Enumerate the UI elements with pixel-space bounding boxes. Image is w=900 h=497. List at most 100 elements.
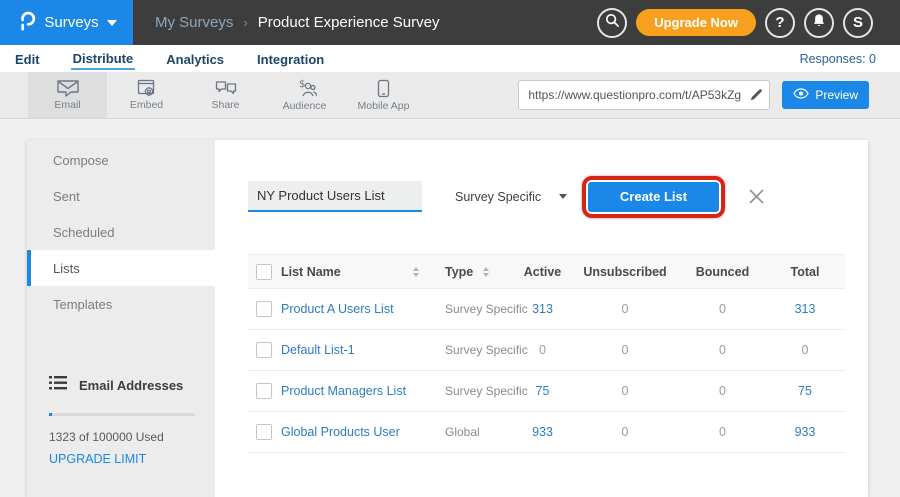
bounced-count: 0 [680,343,765,357]
embed-window-icon [137,79,157,97]
smartphone-icon [377,79,390,98]
sidebar-item-scheduled[interactable]: Scheduled [27,214,215,250]
table-row: Product A Users List Survey Specific 313… [248,289,845,330]
list-lines-icon [49,376,67,395]
sort-icon[interactable] [413,267,419,277]
email-usage-progressbar [49,413,195,416]
notifications-button[interactable] [804,8,834,38]
search-button[interactable] [597,8,627,38]
list-type-select[interactable]: Survey Specific [455,190,567,204]
sidebar-item-compose[interactable]: Compose [27,142,215,178]
list-name-link[interactable]: Global Products User [281,425,445,439]
email-addresses-title: Email Addresses [79,378,183,393]
bounced-count: 0 [680,384,765,398]
total-count[interactable]: 75 [765,384,845,398]
total-count[interactable]: 933 [765,425,845,439]
list-name-link[interactable]: Product Managers List [281,384,445,398]
email-addresses-section: Email Addresses 1323 of 100000 Used UPGR… [27,376,215,468]
create-list-form: Survey Specific Create List [248,180,868,213]
channel-share[interactable]: Share [186,72,265,118]
col-type: Type [445,265,473,279]
list-name-link[interactable]: Product A Users List [281,302,445,316]
preview-label: Preview [815,88,858,102]
total-count: 0 [765,343,845,357]
upgrade-limit-link[interactable]: UPGRADE LIMIT [49,452,146,466]
close-form-button[interactable] [747,187,766,206]
svg-text:$: $ [299,79,305,90]
channel-label: Share [211,99,239,111]
col-active: Active [515,265,570,279]
table-header-row: List Name Type Active Unsubscribed Bounc… [248,254,845,289]
channel-label: Audience [283,100,327,112]
tab-integration[interactable]: Integration [255,48,326,69]
upgrade-now-button[interactable]: Upgrade Now [636,9,756,36]
unsubscribed-count: 0 [570,302,680,316]
list-name-input[interactable] [248,181,422,212]
channel-email[interactable]: Email [28,72,107,118]
highlight-annotation: Create List [582,176,725,218]
app-header: Surveys My Surveys › Product Experience … [0,0,900,45]
tab-distribute[interactable]: Distribute [71,47,136,70]
breadcrumb-my-surveys[interactable]: My Surveys [155,14,233,31]
surveys-menu-label: Surveys [44,14,98,31]
sidebar-item-sent[interactable]: Sent [27,178,215,214]
list-type-value: Survey Specific [445,343,515,357]
help-button[interactable]: ? [765,8,795,38]
lists-main: Survey Specific Create List List Name [215,140,868,497]
active-count[interactable]: 313 [515,302,570,316]
bounced-count: 0 [680,302,765,316]
unsubscribed-count: 0 [570,343,680,357]
row-checkbox[interactable] [256,383,272,399]
header-actions: Upgrade Now ? S [597,8,900,38]
survey-url-input[interactable] [518,80,770,110]
sort-icon[interactable] [483,267,489,277]
create-list-button[interactable]: Create List [588,182,719,212]
chevron-down-icon [559,194,567,199]
lists-table: List Name Type Active Unsubscribed Bounc… [248,254,845,453]
row-checkbox[interactable] [256,424,272,440]
channel-mobile-app[interactable]: Mobile App [344,72,423,118]
preview-button[interactable]: Preview [782,81,869,109]
help-icon: ? [775,14,784,31]
surveys-product-menu[interactable]: Surveys [0,0,133,46]
active-count: 0 [515,343,570,357]
tab-analytics[interactable]: Analytics [164,48,226,69]
close-icon [747,187,766,206]
avatar-initial: S [853,14,863,31]
breadcrumb-separator: › [243,15,247,30]
table-row: Global Products User Global 933 0 0 933 [248,412,845,453]
channel-audience[interactable]: $ Audience [265,72,344,118]
distribute-channels: Email Embed Shar [28,72,423,118]
active-count[interactable]: 75 [515,384,570,398]
page-title: Product Experience Survey [258,14,440,31]
edit-url-pencil-icon[interactable] [749,87,764,107]
total-count[interactable]: 313 [765,302,845,316]
breadcrumb: My Surveys › Product Experience Survey [155,14,439,31]
col-list-name: List Name [281,265,341,279]
chevron-down-icon [107,20,117,26]
table-row: Product Managers List Survey Specific 75… [248,371,845,412]
tab-edit[interactable]: Edit [13,48,42,69]
email-usage-progress-fill [49,413,52,416]
responses-count[interactable]: Responses: 0 [800,52,876,66]
bell-icon [812,13,826,32]
list-type-value: Survey Specific [445,302,515,316]
envelope-icon [56,79,80,97]
bounced-count: 0 [680,425,765,439]
channel-embed[interactable]: Embed [107,72,186,118]
row-checkbox[interactable] [256,342,272,358]
survey-tab-nav: Edit Distribute Analytics Integration Re… [0,45,900,72]
sidebar-item-templates[interactable]: Templates [27,286,215,322]
list-name-link[interactable]: Default List-1 [281,343,445,357]
user-avatar[interactable]: S [843,8,873,38]
col-total: Total [765,265,845,279]
list-type-value: Survey Specific [445,384,515,398]
select-all-checkbox[interactable] [256,264,272,280]
active-count[interactable]: 933 [515,425,570,439]
search-icon [605,13,620,32]
row-checkbox[interactable] [256,301,272,317]
lists-panel: Compose Sent Scheduled Lists Templates E… [27,140,868,497]
unsubscribed-count: 0 [570,425,680,439]
sidebar-item-lists[interactable]: Lists [27,250,215,286]
email-usage-text: 1323 of 100000 Used [49,430,195,444]
